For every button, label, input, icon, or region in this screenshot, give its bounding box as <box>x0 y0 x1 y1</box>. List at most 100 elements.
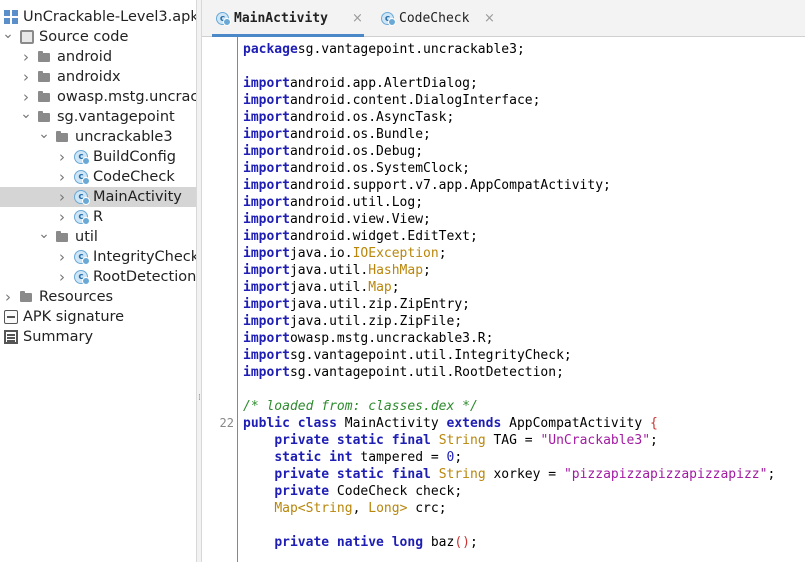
splitter-grip-icon[interactable]: ⁞ <box>198 394 201 403</box>
close-icon[interactable]: × <box>484 0 495 38</box>
tree-item-label: CodeCheck <box>93 169 175 185</box>
tree-item-source-code[interactable]: ⌄ Source code <box>0 27 196 47</box>
line-number: 22 <box>219 416 234 430</box>
code-editor[interactable]: 22 packagesg.vantagepoint.uncrackable3; i… <box>202 37 805 562</box>
box-icon <box>20 30 34 44</box>
tab-label: MainActivity <box>234 11 328 26</box>
code-line: importjava.util.zip.ZipFile; <box>243 314 463 329</box>
summary-icon <box>4 330 18 344</box>
tree-item-label: uncrackable3 <box>75 129 173 145</box>
chevron-right-icon[interactable]: › <box>2 287 14 307</box>
code-line: importjava.io.IOException; <box>243 246 447 261</box>
code-line: importandroid.os.SystemClock; <box>243 161 470 176</box>
chevron-right-icon[interactable]: › <box>56 187 68 207</box>
tree-item-uncrackable-level3-apk[interactable]: UnCrackable-Level3.apk <box>0 7 196 27</box>
package-icon <box>38 51 50 62</box>
tree-item-label: UnCrackable-Level3.apk <box>23 9 196 25</box>
chevron-down-icon[interactable]: ⌄ <box>2 27 14 47</box>
class-icon: c <box>74 190 90 205</box>
line-number-gutter: 22 <box>202 37 238 562</box>
tree-item-buildconfig[interactable]: › c BuildConfig <box>0 147 196 167</box>
code-line: static int tampered = 0; <box>274 450 463 465</box>
tree-item-label: util <box>75 229 98 245</box>
tree-item-integritycheck[interactable]: › c IntegrityCheck <box>0 247 196 267</box>
project-tree: UnCrackable-Level3.apk ⌄ Source code › andro… <box>0 0 196 562</box>
gutter-divider <box>237 37 238 562</box>
chevron-right-icon[interactable]: › <box>20 67 32 87</box>
tree-item-label: RootDetection <box>93 269 196 285</box>
tree-item-label: androidx <box>57 69 121 85</box>
code-line: importandroid.os.Debug; <box>243 144 424 159</box>
code-line: importjava.util.Map; <box>243 280 400 295</box>
code-line: importandroid.view.View; <box>243 212 431 227</box>
class-icon: c <box>74 170 90 185</box>
package-icon <box>38 91 50 102</box>
tree-item-summary[interactable]: Summary <box>0 327 196 347</box>
code-line: importjava.util.HashMap; <box>243 263 431 278</box>
code-line: importandroid.util.Log; <box>243 195 424 210</box>
code-line: importandroid.content.DialogInterface; <box>243 93 541 108</box>
tab-mainactivity[interactable]: c MainActivity × <box>212 0 364 37</box>
code-line: /* loaded from: classes.dex */ <box>243 399 478 414</box>
chevron-right-icon[interactable]: › <box>56 207 68 227</box>
chevron-right-icon[interactable]: › <box>56 147 68 167</box>
tree-item-label: IntegrityCheck <box>93 249 196 265</box>
code-line: packagesg.vantagepoint.uncrackable3; <box>243 42 525 57</box>
tree-item-r[interactable]: › c R <box>0 207 196 227</box>
signature-icon <box>4 310 18 324</box>
chevron-right-icon[interactable]: › <box>20 87 32 107</box>
tree-item-label: MainActivity <box>93 189 182 205</box>
package-icon <box>56 131 68 142</box>
chevron-down-icon[interactable]: ⌄ <box>20 107 32 127</box>
class-icon: c <box>216 12 231 26</box>
tree-item-apk-signature[interactable]: APK signature <box>0 307 196 327</box>
class-icon: c <box>381 12 396 26</box>
class-icon: c <box>74 270 90 285</box>
tree-item-label: R <box>93 209 104 225</box>
tree-item-label: owasp.mstg.uncrackable3 <box>57 89 196 105</box>
chevron-right-icon[interactable]: › <box>20 47 32 67</box>
code-line: importjava.util.zip.ZipEntry; <box>243 297 470 312</box>
code-line: public class MainActivity extends AppCom… <box>243 416 658 431</box>
code-line: importandroid.app.AlertDialog; <box>243 76 478 91</box>
tree-item-androidx[interactable]: › androidx <box>0 67 196 87</box>
tree-item-label: android <box>57 49 113 65</box>
chevron-right-icon[interactable]: › <box>56 247 68 267</box>
close-icon[interactable]: × <box>352 0 363 38</box>
code-line: private static final String TAG = "UnCra… <box>274 433 658 448</box>
class-icon: c <box>74 150 90 165</box>
tree-item-owasp-mstg-uncrackable3[interactable]: › owasp.mstg.uncrackable3 <box>0 87 196 107</box>
class-icon: c <box>74 210 90 225</box>
tree-item-rootdetection[interactable]: › c RootDetection <box>0 267 196 287</box>
tab-codecheck[interactable]: c CodeCheck × <box>377 0 507 37</box>
chevron-right-icon[interactable]: › <box>56 167 68 187</box>
tree-item-label: Resources <box>39 289 114 305</box>
code-line: private static final String xorkey = "pi… <box>274 467 776 482</box>
tree-item-uncrackable3[interactable]: ⌄ uncrackable3 <box>0 127 196 147</box>
tree-item-android[interactable]: › android <box>0 47 196 67</box>
tree-item-util[interactable]: ⌄ util <box>0 227 196 247</box>
code-line: Map<String, Long> crc; <box>274 501 447 516</box>
tree-item-label: BuildConfig <box>93 149 176 165</box>
tree-item-mainactivity[interactable]: › c MainActivity <box>0 187 196 207</box>
tree-item-sg-vantagepoint[interactable]: ⌄ sg.vantagepoint <box>0 107 196 127</box>
code-line: importsg.vantagepoint.util.IntegrityChec… <box>243 348 572 363</box>
chevron-down-icon[interactable]: ⌄ <box>38 227 50 247</box>
tab-label: CodeCheck <box>399 11 470 26</box>
class-icon: c <box>74 250 90 265</box>
code-line: private CodeCheck check; <box>274 484 463 499</box>
tree-item-codecheck[interactable]: › c CodeCheck <box>0 167 196 187</box>
package-icon <box>20 291 32 302</box>
grid-icon <box>4 10 18 24</box>
package-icon <box>38 111 50 122</box>
package-icon <box>56 231 68 242</box>
tree-item-label: Source code <box>39 29 129 45</box>
tree-item-label: Summary <box>23 329 94 345</box>
tree-item-label: APK signature <box>23 309 125 325</box>
chevron-right-icon[interactable]: › <box>56 267 68 287</box>
code-line: importandroid.os.AsyncTask; <box>243 110 455 125</box>
tree-item-resources[interactable]: › Resources <box>0 287 196 307</box>
chevron-down-icon[interactable]: ⌄ <box>38 127 50 147</box>
package-icon <box>38 71 50 82</box>
code-line: importandroid.widget.EditText; <box>243 229 478 244</box>
